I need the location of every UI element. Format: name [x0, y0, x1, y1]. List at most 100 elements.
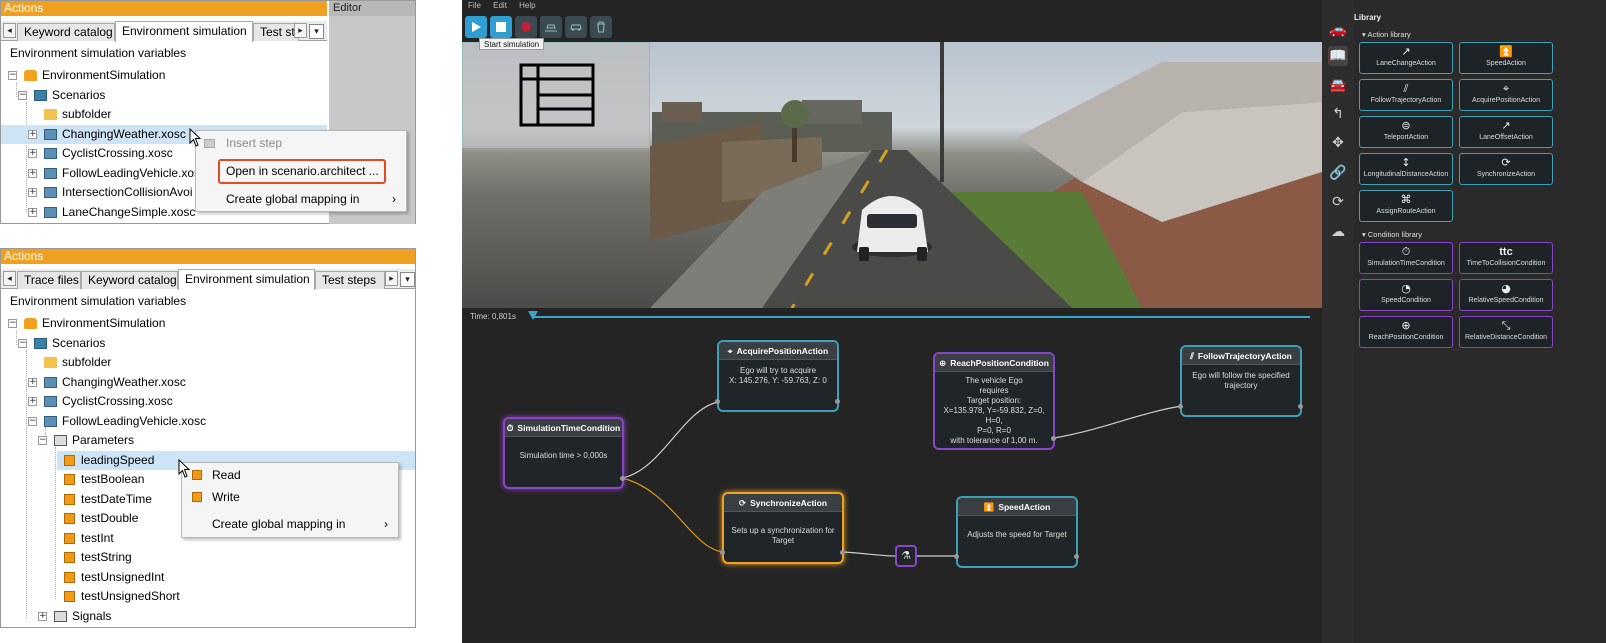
collapse-toggle[interactable]: −	[38, 436, 47, 445]
tab-test-steps[interactable]: Test steps	[315, 271, 385, 289]
tab-trace-files[interactable]: Trace files	[17, 271, 81, 289]
library-item-relative-speed-condition[interactable]: ◕ RelativeSpeedCondition	[1459, 279, 1553, 311]
library-item-simulation-time-condition[interactable]: ⏱ SimulationTimeCondition	[1359, 242, 1453, 274]
node-port[interactable]	[1178, 404, 1183, 409]
node-reach-position-condition[interactable]: ⊕ ReachPositionCondition The vehicle Ego …	[933, 352, 1055, 450]
tree-item-file[interactable]: + CyclistCrossing.xosc	[1, 392, 415, 411]
menu-file[interactable]: File	[468, 1, 481, 10]
flask-icon[interactable]: ⚗	[895, 545, 917, 567]
tab-keyword-catalog[interactable]: Keyword catalog	[81, 271, 178, 289]
menu-item-write[interactable]: Write	[182, 486, 398, 508]
tree-item-environment-simulation[interactable]: − EnvironmentSimulation	[1, 66, 327, 85]
library-item-follow-trajectory-action[interactable]: ⫽ FollowTrajectoryAction	[1359, 79, 1453, 111]
expand-toggle[interactable]: +	[28, 149, 37, 158]
library-item-time-to-collision-condition[interactable]: ttc TimeToCollisionCondition	[1459, 242, 1553, 274]
tree-item-scenarios[interactable]: − Scenarios	[1, 334, 415, 353]
expand-toggle[interactable]: +	[28, 378, 37, 387]
node-port[interactable]	[835, 399, 840, 404]
library-item-lane-offset-action[interactable]: ↗ LaneOffsetAction	[1459, 116, 1553, 148]
timeline-scrubber[interactable]	[528, 311, 538, 320]
action-library-section[interactable]: ▾ Action library	[1362, 30, 1411, 39]
expand-toggle[interactable]: +	[28, 130, 37, 139]
menu-help[interactable]: Help	[519, 1, 535, 10]
record-button[interactable]	[515, 16, 537, 38]
tree-item-scenarios[interactable]: − Scenarios	[1, 86, 327, 105]
expand-toggle[interactable]: +	[28, 397, 37, 406]
vehicle-icon[interactable]: 🚘	[1328, 76, 1348, 96]
vehicle-settings-button[interactable]	[565, 16, 587, 38]
node-acquire-position-action[interactable]: ⌖ AcquirePositionAction Ego will try to a…	[717, 340, 839, 412]
library-item-acquire-position-action[interactable]: ⌖ AcquirePositionAction	[1459, 79, 1553, 111]
collapse-toggle[interactable]: −	[8, 71, 17, 80]
delete-button[interactable]	[590, 16, 612, 38]
tree-item-subfolder[interactable]: subfolder	[1, 105, 327, 124]
minimap[interactable]	[462, 42, 650, 148]
tab-scroll-right[interactable]: ▸	[385, 271, 398, 286]
3d-scene-viewport[interactable]	[462, 42, 1322, 308]
tree-item-parameter[interactable]: testUnsignedShort	[57, 587, 415, 606]
library-item-speed-action[interactable]: ⏫ SpeedAction	[1459, 42, 1553, 74]
tree-item-signals[interactable]: + Signals	[1, 607, 415, 626]
tree-item-file[interactable]: + ChangingWeather.xosc	[1, 373, 415, 392]
tab-test-steps[interactable]: Test ste	[253, 23, 299, 41]
tab-scroll-right[interactable]: ▸	[294, 23, 307, 38]
tab-scroll-left[interactable]: ◂	[3, 271, 16, 286]
tree-item-parameter[interactable]: testUnsignedInt	[57, 568, 415, 587]
menu-item-create-global-mapping[interactable]: Create global mapping in ›	[196, 188, 406, 210]
node-port[interactable]	[840, 550, 845, 555]
node-simulation-time-condition[interactable]: ⏱ SimulationTimeCondition Simulation time…	[503, 417, 624, 489]
node-port[interactable]	[1074, 554, 1079, 559]
node-synchronize-action[interactable]: ⟳ SynchronizeAction Sets up a synchroniza…	[722, 492, 844, 564]
book-icon[interactable]: 📖	[1328, 46, 1348, 66]
car-icon[interactable]: 🚗	[1328, 20, 1348, 40]
library-item-synchronize-action[interactable]: ⟳ SynchronizeAction	[1459, 153, 1553, 185]
node-port[interactable]	[954, 554, 959, 559]
library-item-longitudinal-distance-action[interactable]: ↕ LongitudinalDistanceAction	[1359, 153, 1453, 185]
tree-item-parameters[interactable]: − Parameters	[1, 431, 415, 450]
collapse-toggle[interactable]: −	[18, 339, 27, 348]
collapse-toggle[interactable]: −	[8, 319, 17, 328]
junction-icon[interactable]: ✥	[1328, 133, 1348, 153]
timeline-track[interactable]	[532, 316, 1310, 318]
vehicle-route-button[interactable]	[540, 16, 562, 38]
stop-button[interactable]	[490, 16, 512, 38]
expand-toggle[interactable]: +	[38, 612, 47, 621]
expand-toggle[interactable]: +	[28, 188, 37, 197]
weather-icon[interactable]: ☁	[1328, 222, 1348, 242]
tree-item-file[interactable]: − FollowLeadingVehicle.xosc	[1, 412, 415, 431]
node-port[interactable]	[720, 550, 725, 555]
tree-item-subfolder[interactable]: subfolder	[1, 353, 415, 372]
library-item-relative-distance-condition[interactable]: ⤡ RelativeDistanceCondition	[1459, 316, 1553, 348]
link-icon[interactable]: 🔗	[1328, 163, 1348, 183]
node-follow-trajectory-action[interactable]: ⫽ FollowTrajectoryAction Ego will follow …	[1180, 345, 1302, 417]
collapse-toggle[interactable]: −	[18, 91, 27, 100]
tab-dropdown-button[interactable]: ▾	[309, 24, 324, 39]
expand-toggle[interactable]: +	[28, 169, 37, 178]
node-port[interactable]	[715, 399, 720, 404]
node-port[interactable]	[1298, 404, 1303, 409]
library-item-teleport-action[interactable]: ⊜ TeleportAction	[1359, 116, 1453, 148]
menu-item-create-global-mapping[interactable]: Create global mapping in ›	[182, 513, 398, 535]
tree-item-parameter[interactable]: testString	[57, 548, 415, 567]
menu-item-read[interactable]: Read	[182, 464, 398, 486]
expand-toggle[interactable]: +	[28, 208, 37, 217]
tab-scroll-left[interactable]: ◂	[3, 23, 16, 38]
library-item-lane-change-action[interactable]: ↗ LaneChangeAction	[1359, 42, 1453, 74]
tab-environment-simulation[interactable]: Environment simulation	[178, 269, 315, 290]
node-speed-action[interactable]: ⏫ SpeedAction Adjusts the speed for Targe…	[956, 496, 1078, 568]
path-icon[interactable]: ↰	[1328, 104, 1348, 124]
tab-keyword-catalog[interactable]: Keyword catalog	[17, 23, 115, 41]
library-item-assign-route-action[interactable]: ⌘ AssignRouteAction	[1359, 190, 1453, 222]
node-port[interactable]	[620, 476, 625, 481]
condition-library-section[interactable]: ▾ Condition library	[1362, 230, 1422, 239]
library-item-speed-condition[interactable]: ◔ SpeedCondition	[1359, 279, 1453, 311]
library-item-reach-position-condition[interactable]: ⊕ ReachPositionCondition	[1359, 316, 1453, 348]
collapse-toggle[interactable]: −	[28, 417, 37, 426]
tab-environment-simulation[interactable]: Environment simulation	[115, 21, 253, 42]
play-button[interactable]	[465, 16, 487, 38]
node-port[interactable]	[1051, 436, 1056, 441]
menu-item-insert-step[interactable]: Insert step	[196, 132, 406, 154]
tab-dropdown-button[interactable]: ▾	[400, 272, 415, 287]
tree-item-environment-simulation[interactable]: − EnvironmentSimulation	[1, 314, 415, 333]
refresh-icon[interactable]: ⟳	[1328, 192, 1348, 212]
